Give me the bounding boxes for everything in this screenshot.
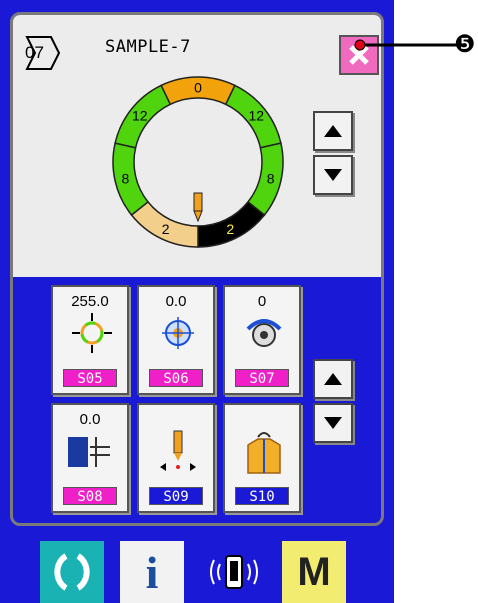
ring-segment bbox=[112, 142, 150, 217]
data-item-s06[interactable]: 0.0 S06 bbox=[137, 285, 215, 395]
item-code-label: S07 bbox=[235, 369, 289, 387]
sensor-ring: 0 12 8 2 2 8 12 bbox=[112, 76, 284, 248]
callout-number: ❺ bbox=[454, 31, 476, 58]
dial-icon bbox=[234, 311, 294, 364]
shape-display-area: 07 SAMPLE-7 0 12 8 2 2 8 12 bbox=[13, 15, 381, 277]
triangle-up-icon bbox=[324, 373, 342, 385]
needle-icon bbox=[193, 192, 203, 223]
sensor-ring-icon bbox=[62, 311, 122, 364]
ring-segment-label: 2 bbox=[226, 221, 234, 237]
pattern-number-badge: 07 bbox=[21, 33, 61, 73]
ring-segment-label: 2 bbox=[162, 221, 170, 237]
sewing-data-panel: 07 SAMPLE-7 0 12 8 2 2 8 12 255.0 S05 0.0 S06 0 S07… bbox=[10, 12, 384, 526]
data-item-s09[interactable]: S09 bbox=[137, 403, 215, 513]
scroll-down-button[interactable] bbox=[313, 155, 353, 195]
ring-segment-label: 8 bbox=[121, 171, 129, 187]
communication-icon bbox=[210, 555, 258, 589]
item-code-label: S06 bbox=[149, 369, 203, 387]
mode-key[interactable]: M bbox=[282, 541, 346, 603]
target-icon bbox=[148, 311, 208, 364]
fabric-height-icon bbox=[62, 429, 122, 482]
ring-segment-label: 12 bbox=[132, 108, 148, 124]
ready-key[interactable] bbox=[40, 541, 104, 603]
list-scroll-up-button[interactable] bbox=[313, 359, 353, 399]
item-value: 255.0 bbox=[71, 293, 109, 310]
ready-icon bbox=[54, 553, 90, 591]
ring-segment-label: 12 bbox=[248, 108, 264, 124]
item-value: 0.0 bbox=[79, 411, 101, 428]
data-item-s10[interactable]: S10 bbox=[223, 403, 301, 513]
communication-key[interactable] bbox=[202, 541, 266, 603]
item-value: 0.0 bbox=[165, 293, 187, 310]
pattern-name: SAMPLE-7 bbox=[105, 37, 191, 57]
information-key[interactable]: i bbox=[120, 541, 184, 603]
triangle-down-icon bbox=[324, 417, 342, 429]
data-item-s05[interactable]: 255.0 S05 bbox=[51, 285, 129, 395]
garment-icon bbox=[234, 429, 294, 482]
item-code-label: S09 bbox=[149, 487, 203, 505]
scroll-up-button[interactable] bbox=[313, 111, 353, 151]
triangle-up-icon bbox=[324, 125, 342, 137]
pattern-number: 07 bbox=[25, 43, 44, 62]
list-scroll-down-button[interactable] bbox=[313, 403, 353, 443]
ring-segment-label: 8 bbox=[267, 171, 275, 187]
info-icon: i bbox=[145, 546, 159, 598]
ring-segment-label: 0 bbox=[194, 80, 202, 96]
needle-icon bbox=[148, 429, 208, 482]
item-code-label: S10 bbox=[235, 487, 289, 505]
data-item-s07[interactable]: 0 S07 bbox=[223, 285, 301, 395]
mode-icon: M bbox=[297, 549, 331, 594]
item-code-label: S08 bbox=[63, 487, 117, 505]
data-item-s08[interactable]: 0.0 S08 bbox=[51, 403, 129, 513]
item-code-label: S05 bbox=[63, 369, 117, 387]
ring-segment bbox=[246, 142, 284, 217]
triangle-down-icon bbox=[324, 169, 342, 181]
item-value: 0 bbox=[257, 293, 267, 310]
